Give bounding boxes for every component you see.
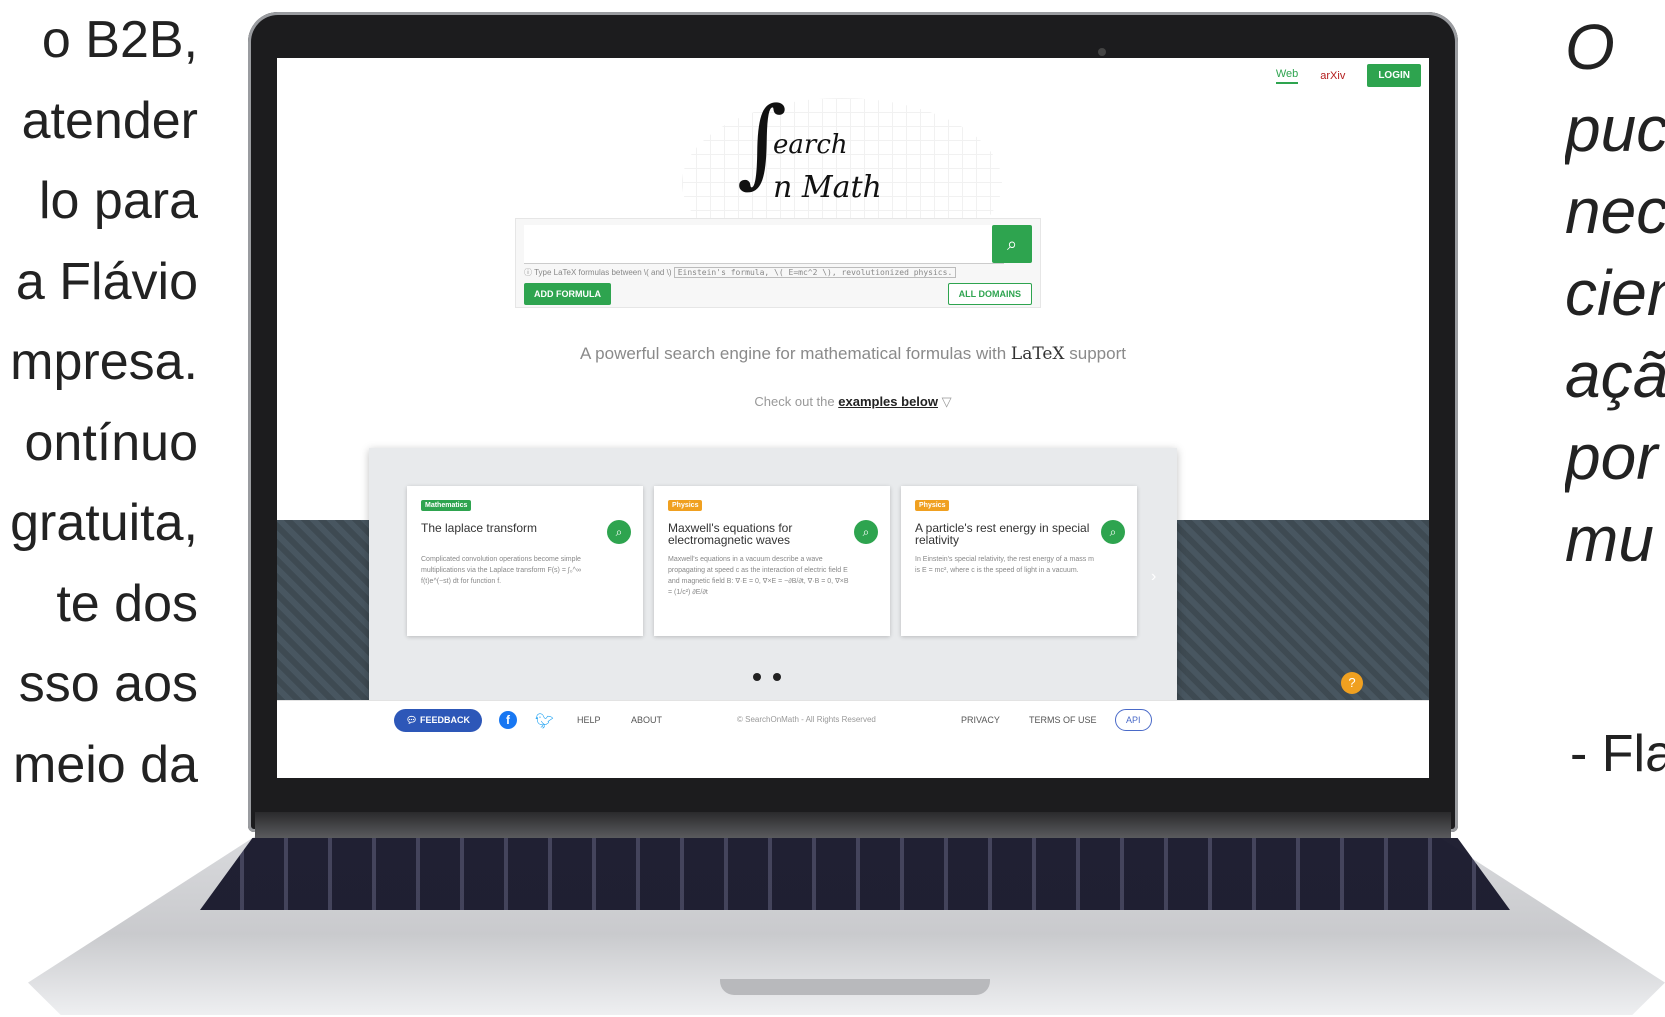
login-button[interactable]: LOGIN [1367,64,1421,87]
logo-line-2: n Math [773,170,882,205]
examples-prefix: Check out the [754,394,835,409]
example-card[interactable]: Physics Maxwell's equations for electrom… [654,486,890,636]
hint-text: Type LaTeX formulas between \( and \) [534,268,672,277]
left-line: meio da [13,735,198,794]
api-button[interactable]: API [1115,709,1152,731]
quote-line: açã [1565,339,1665,411]
feedback-label: FEEDBACK [419,715,470,725]
quote-line: nec [1565,175,1665,247]
facebook-icon[interactable]: f [499,711,517,729]
search-icon: ⌕ [1006,234,1018,254]
examples-carousel: Mathematics The laplace transform Compli… [369,448,1177,700]
left-paragraph: o B2B, atender lo para a Flávio mpresa. … [0,0,198,805]
hint-example: Einstein's formula, \( E=mc^2 \), revolu… [673,267,957,278]
logo-line-1: earch [773,130,848,160]
quote-line: mu [1565,503,1654,575]
laptop-hinge [255,812,1451,838]
laptop-screen: Web arXiv LOGIN ∫ earch n Math ⌕ ⓘ Type … [277,58,1429,778]
card-description: Complicated convolution operations becom… [421,556,581,585]
card-badge: Physics [668,500,703,511]
examples-line: Check out the examples below ▽ [277,394,1429,410]
triangle-down-icon: ▽ [941,394,952,409]
carousel-dot[interactable] [753,673,761,681]
twitter-icon[interactable]: 🐦︎ [535,712,554,730]
card-title: Maxwell's equations for electromagnetic … [668,521,793,547]
left-line: te dos [56,574,198,633]
search-hint: ⓘ Type LaTeX formulas between \( and \) … [524,267,957,278]
footer-about-link[interactable]: ABOUT [631,715,662,725]
footer-help-link[interactable]: HELP [577,715,601,725]
quote-line: puc [1565,93,1665,165]
all-domains-button[interactable]: ALL DOMAINS [947,283,1032,305]
quote-line: cien [1565,257,1665,329]
carousel-dots [753,673,781,681]
examples-link[interactable]: examples below [838,394,938,409]
left-line: lo para [39,172,198,230]
tab-web[interactable]: Web [1275,68,1299,84]
left-line: mpresa. [10,333,198,391]
tagline-start: A powerful search engine for mathematica… [580,344,1007,363]
search-icon: ⌕ [862,525,870,539]
left-line: atender [21,91,198,150]
card-title: The laplace transform [421,521,538,535]
card-description: Maxwell's equations in a vacuum describe… [668,556,849,596]
card-search-button[interactable]: ⌕ [1101,520,1125,544]
card-badge: Mathematics [421,500,472,511]
footer-privacy-link[interactable]: PRIVACY [961,715,1000,725]
chat-icon: 💬︎ [406,715,418,725]
search-icon: ⌕ [1109,525,1117,539]
tab-arxiv[interactable]: arXiv [1320,70,1345,82]
card-badge: Physics [915,500,950,511]
help-icon[interactable]: ? [1341,672,1363,694]
chevron-right-icon[interactable]: › [1151,568,1156,586]
laptop-trackpad-lip [720,979,990,995]
add-formula-button[interactable]: ADD FORMULA [524,283,611,305]
card-search-button[interactable]: ⌕ [607,520,631,544]
card-title: A particle's rest energy in special rela… [915,521,1090,547]
quote-author: - Fla [1570,725,1665,783]
search-icon: ⌕ [615,525,623,539]
search-panel: ⌕ ⓘ Type LaTeX formulas between \( and \… [515,218,1041,308]
left-line: o B2B, [41,11,198,69]
quote-text: O puc nec cien açã por mu [1565,6,1665,580]
tagline: A powerful search engine for mathematica… [277,344,1429,364]
footer-copyright: © SearchOnMath - All Rights Reserved [737,715,876,724]
quote-line: por [1565,421,1658,493]
carousel-dot[interactable] [773,673,781,681]
camera-icon [1098,48,1106,56]
left-line: ontínuo [24,413,199,472]
search-button[interactable]: ⌕ [992,225,1032,263]
tagline-end: support [1069,344,1126,363]
info-icon: ⓘ [524,268,532,277]
footer-terms-link[interactable]: TERMS OF USE [1029,715,1097,725]
left-line: a Flávio [15,252,198,311]
feedback-button[interactable]: 💬︎ FEEDBACK [394,709,482,732]
example-card[interactable]: Physics A particle's rest energy in spec… [901,486,1137,636]
searchonmath-logo: ∫ earch n Math [737,94,937,218]
top-nav: Web arXiv LOGIN [1275,64,1421,87]
left-line: sso aos [18,655,198,713]
laptop-keyboard [200,838,1510,910]
left-line: gratuita, [10,494,198,552]
tagline-latex: LaTeX [1010,344,1065,364]
quote-line: O [1565,11,1615,83]
card-search-button[interactable]: ⌕ [854,520,878,544]
card-description: In Einstein's special relativity, the re… [915,556,1095,574]
search-input[interactable] [524,225,1004,264]
footer: 💬︎ FEEDBACK f 🐦︎ HELP ABOUT © SearchOnMa… [277,700,1429,741]
example-card[interactable]: Mathematics The laplace transform Compli… [407,486,643,636]
